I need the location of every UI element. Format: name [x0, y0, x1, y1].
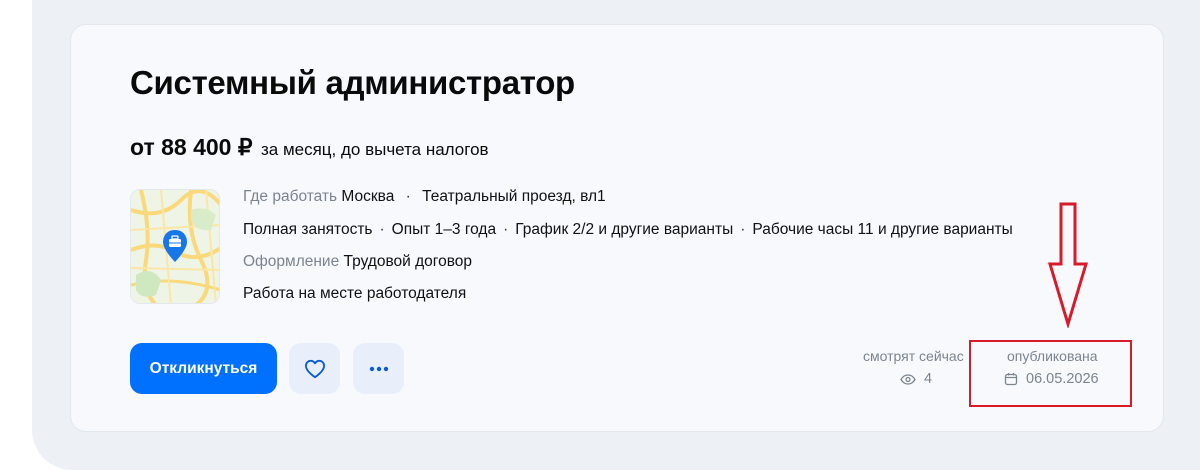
heart-icon	[304, 359, 325, 378]
highlight-box	[969, 340, 1132, 407]
separator-dot: ·	[405, 188, 411, 205]
apply-button[interactable]: Откликнуться	[130, 343, 277, 394]
separator-dot: ·	[379, 221, 385, 238]
separator-dot: ·	[740, 221, 746, 238]
hours: Рабочие часы 11 и другие варианты	[752, 221, 1013, 238]
watching-label: смотрят сейчас	[863, 348, 964, 364]
more-button[interactable]	[353, 343, 404, 394]
work-format: Работа на месте работодателя	[243, 285, 467, 302]
contract-label: Оформление	[243, 253, 340, 270]
schedule: График 2/2 и другие варианты	[515, 221, 734, 238]
map-image	[131, 190, 219, 303]
watching-count: 4	[924, 371, 933, 387]
salary: от 88 400 ₽ за месяц, до вычета налогов	[130, 134, 489, 161]
city: Москва	[341, 188, 395, 205]
contract-row: Оформление Трудовой договор	[243, 253, 472, 271]
map-thumbnail[interactable]	[130, 189, 220, 304]
experience: Опыт 1–3 года	[391, 221, 497, 238]
work-format-row: Работа на месте работодателя	[243, 285, 466, 303]
where-label: Где работать	[243, 188, 338, 205]
watching-count-row: 4	[900, 371, 932, 387]
vacancy-title[interactable]: Системный администратор	[130, 64, 575, 102]
separator-dot: ·	[503, 221, 509, 238]
eye-icon	[900, 373, 916, 385]
location-row: Где работать Москва · Театральный проезд…	[243, 188, 606, 206]
more-dots-icon	[369, 366, 388, 371]
down-arrow-annotation	[1047, 202, 1089, 328]
contract: Трудовой договор	[343, 253, 473, 270]
salary-amount: от 88 400 ₽	[130, 134, 253, 160]
salary-note: за месяц, до вычета налогов	[260, 140, 489, 159]
employment: Полная занятость	[243, 221, 373, 238]
favorite-button[interactable]	[289, 343, 340, 394]
address: Театральный проезд, вл1	[422, 188, 606, 205]
conditions-row: Полная занятость · Опыт 1–3 года · График 2/…	[243, 221, 1013, 239]
